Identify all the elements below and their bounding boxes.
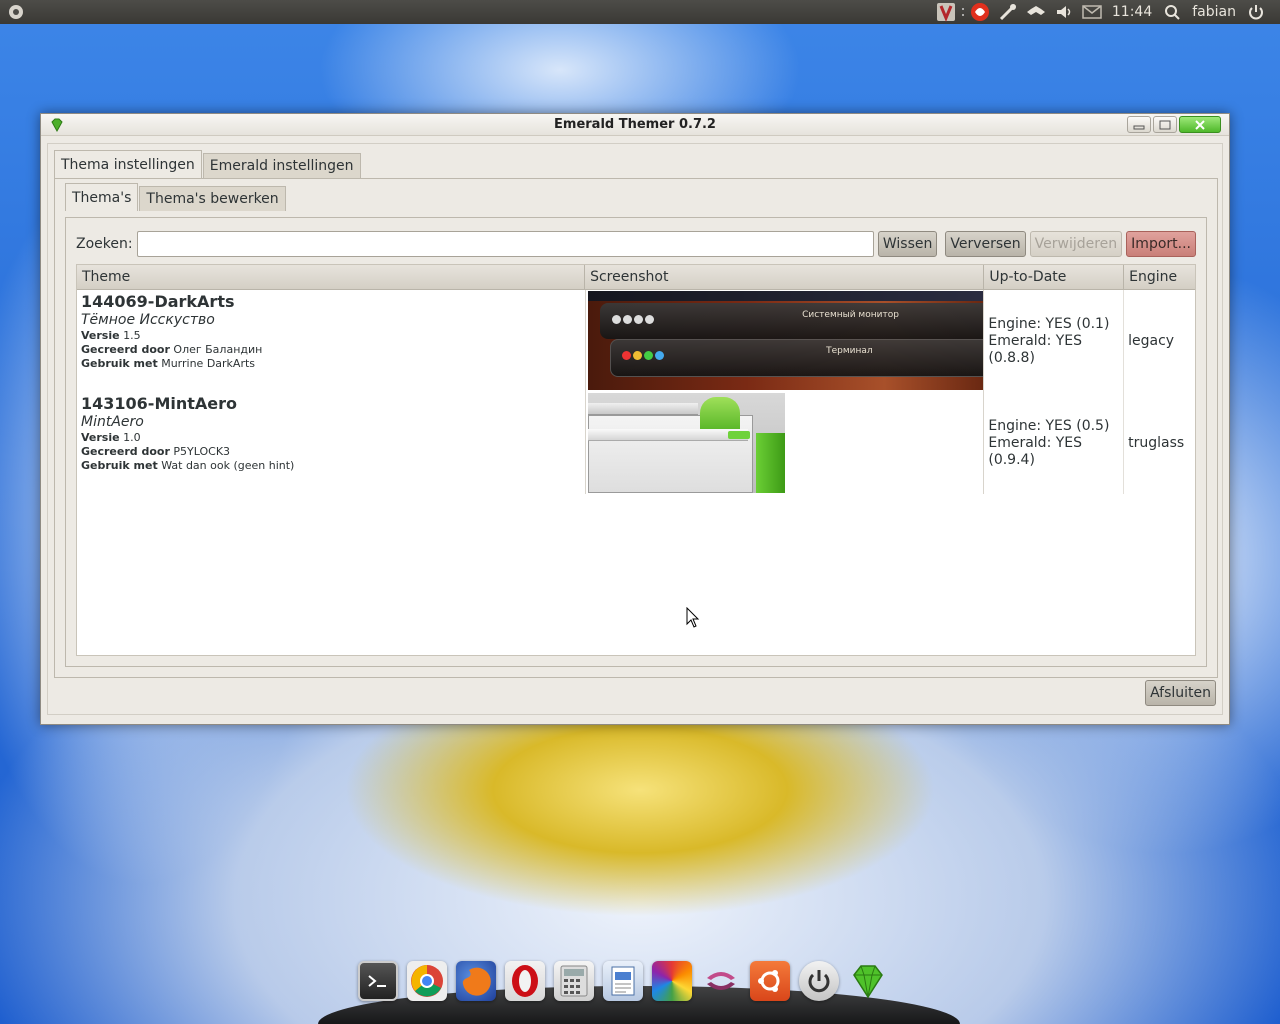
- theme-creator: Gecreerd door Олег Баландин: [81, 343, 263, 356]
- mouse-pointer-icon: [686, 606, 700, 633]
- search-label: Zoeken:: [76, 236, 133, 252]
- emerald-themer-window: Emerald Themer 0.7.2 Thema instellingen …: [40, 113, 1230, 725]
- maximize-icon: [1159, 120, 1171, 129]
- theme-list[interactable]: Theme Screenshot Up-to-Date Engine 14406…: [76, 264, 1196, 656]
- firefox-icon[interactable]: [456, 961, 496, 1001]
- minimize-icon: [1133, 125, 1145, 129]
- clear-button[interactable]: Wissen: [877, 231, 938, 257]
- theme-name: 143106-MintAero: [81, 394, 237, 413]
- clock[interactable]: 11:44: [1112, 4, 1152, 20]
- maximize-button[interactable]: [1153, 116, 1177, 133]
- dock: [318, 956, 960, 1024]
- chrome-icon[interactable]: [407, 961, 447, 1001]
- search-row: Zoeken: Wissen Verversen Verwijderen Imp…: [76, 230, 1196, 258]
- color-wheel-icon[interactable]: [652, 961, 692, 1001]
- user-status-icon[interactable]: [1161, 1, 1183, 23]
- swirl-app-icon[interactable]: [969, 1, 991, 23]
- theme-creator: Gecreerd door P5YLOCK3: [81, 445, 231, 458]
- screenshot-label-terminal: Терминал: [826, 346, 873, 356]
- theme-version: Versie 1.0: [81, 431, 141, 444]
- theme-screenshot-cell: [585, 392, 985, 494]
- theme-use-with: Gebruik met Murrine DarkArts: [81, 357, 256, 370]
- ubuntu-icon[interactable]: [750, 961, 790, 1001]
- network-icon[interactable]: [997, 1, 1019, 23]
- theme-description: Тёмное Исскуство: [81, 312, 215, 328]
- engine-status: Engine: YES (0.1): [988, 315, 1110, 332]
- table-row[interactable]: 144069-DarkArts Тёмное Исскуство Versie …: [77, 290, 1195, 392]
- delete-button[interactable]: Verwijderen: [1029, 231, 1123, 257]
- tab-thema-instellingen[interactable]: Thema instellingen: [54, 150, 202, 178]
- column-header-up-to-date[interactable]: Up-to-Date: [984, 265, 1125, 290]
- outer-tab-bar: Thema instellingen Emerald instellingen: [54, 150, 362, 178]
- refresh-button[interactable]: Verversen: [945, 231, 1026, 257]
- terminal-icon[interactable]: [358, 961, 398, 1001]
- column-header-screenshot[interactable]: Screenshot: [585, 265, 985, 290]
- theme-screenshot-cell: Системный монитор Терминал: [585, 290, 985, 392]
- close-icon: [1195, 119, 1205, 130]
- tab-themas[interactable]: Thema's: [65, 183, 139, 211]
- mintaero-screenshot: [588, 393, 786, 493]
- theme-info-cell: 144069-DarkArts Тёмное Исскуство Versie …: [77, 290, 585, 392]
- top-panel: 11:44 fabian: [0, 0, 1280, 24]
- themes-panel: Zoeken: Wissen Verversen Verwijderen Imp…: [65, 217, 1207, 667]
- column-header-engine[interactable]: Engine: [1124, 265, 1195, 290]
- opera-icon[interactable]: [505, 961, 545, 1001]
- quit-button[interactable]: Afsluiten: [1145, 680, 1216, 706]
- emerald-icon[interactable]: [848, 961, 888, 1001]
- column-header-theme[interactable]: Theme: [77, 265, 586, 290]
- engine-status: Engine: YES (0.5): [988, 417, 1110, 434]
- table-row[interactable]: 143106-MintAero MintAero Versie 1.0 Gecr…: [77, 392, 1195, 494]
- mail-icon[interactable]: [1081, 1, 1103, 23]
- import-button[interactable]: Import...: [1126, 231, 1196, 257]
- outer-tab-panel: Thema's Thema's bewerken Zoeken: Wissen …: [54, 178, 1218, 678]
- separator-icon: [960, 1, 966, 23]
- dropbox-icon[interactable]: [1025, 1, 1047, 23]
- inner-tab-bar: Thema's Thema's bewerken: [65, 183, 287, 211]
- up-to-date-cell: Engine: YES (0.5) Emerald: YES (0.9.4): [984, 392, 1125, 494]
- screenshot-label-monitor: Системный монитор: [802, 310, 899, 320]
- power-menu-icon[interactable]: [1245, 1, 1267, 23]
- user-name[interactable]: fabian: [1192, 4, 1236, 20]
- window-content: Thema instellingen Emerald instellingen …: [47, 143, 1223, 715]
- engine-cell: truglass: [1128, 435, 1185, 451]
- calculator-icon[interactable]: [554, 961, 594, 1001]
- window-titlebar[interactable]: Emerald Themer 0.7.2: [41, 114, 1229, 136]
- up-to-date-cell: Engine: YES (0.1) Emerald: YES (0.8.8): [984, 290, 1125, 392]
- list-header: Theme Screenshot Up-to-Date Engine: [77, 265, 1195, 290]
- emerald-status: Emerald: YES (0.8.8): [988, 332, 1083, 366]
- tab-themas-bewerken[interactable]: Thema's bewerken: [139, 186, 286, 211]
- theme-description: MintAero: [81, 414, 144, 430]
- app-indicator-icon[interactable]: [935, 1, 957, 23]
- applications-menu-icon[interactable]: [5, 1, 27, 23]
- close-button[interactable]: [1179, 116, 1221, 133]
- volume-icon[interactable]: [1053, 1, 1075, 23]
- minimize-button[interactable]: [1127, 116, 1151, 133]
- tab-emerald-instellingen[interactable]: Emerald instellingen: [202, 153, 361, 178]
- window-title: Emerald Themer 0.7.2: [554, 117, 716, 132]
- theme-name: 144069-DarkArts: [81, 292, 235, 311]
- writer-icon[interactable]: [603, 961, 643, 1001]
- sync-icon[interactable]: [701, 961, 741, 1001]
- search-input[interactable]: [136, 231, 874, 257]
- emerald-status: Emerald: YES (0.9.4): [988, 434, 1083, 468]
- engine-cell: legacy: [1128, 333, 1175, 349]
- theme-info-cell: 143106-MintAero MintAero Versie 1.0 Gecr…: [77, 392, 585, 494]
- theme-version: Versie 1.5: [81, 329, 141, 342]
- theme-use-with: Gebruik met Wat dan ook (geen hint): [81, 459, 295, 472]
- darkarts-screenshot: Системный монитор Терминал: [588, 291, 984, 390]
- power-icon[interactable]: [799, 961, 839, 1001]
